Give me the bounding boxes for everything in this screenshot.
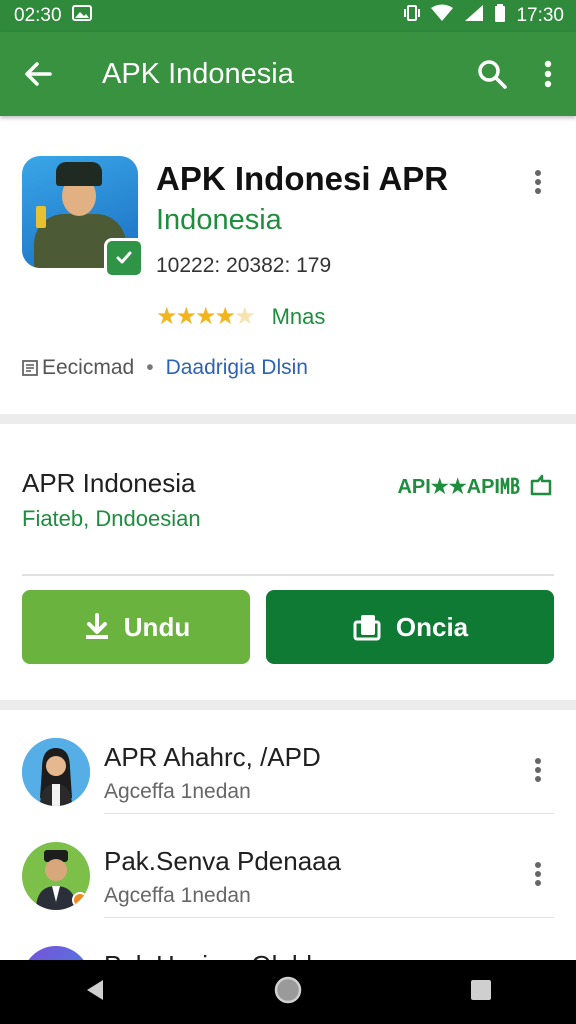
document-icon <box>22 360 38 376</box>
rating-label: Mnas <box>271 303 326 329</box>
app-bar-title: APK Indonesia <box>102 57 294 90</box>
home-circle-icon <box>274 976 302 1003</box>
list-item-name: APR Ahahrc, /APD <box>104 742 321 772</box>
back-button[interactable] <box>0 32 76 116</box>
recents-square-icon <box>470 979 491 1000</box>
list-item-menu-button[interactable] <box>526 854 550 894</box>
rating-row: ★★★★★ Mnas <box>156 302 325 331</box>
list-item[interactable]: APR Ahahrc, /APD Agceffa 1nedan <box>0 710 576 814</box>
app-detail-card: APK Indonesi APR Indonesia 10222: 20382:… <box>0 122 576 424</box>
tag-link[interactable]: Daadrigia Dlsin <box>166 356 308 380</box>
info-right-label: API★★API㎆ <box>397 476 520 498</box>
list-item-name: Pak.Senva Pdenaaa <box>104 846 342 876</box>
info-right-group[interactable]: API★★API㎆ <box>397 470 554 499</box>
info-title: APR Indonesia <box>22 468 196 498</box>
divider <box>22 574 554 576</box>
app-title: APK Indonesi APR <box>156 160 449 197</box>
star-rating: ★★★★★ <box>156 303 256 330</box>
arrow-left-icon <box>25 62 52 86</box>
tag-separator: • <box>146 356 154 379</box>
image-notification-icon <box>71 5 92 27</box>
overflow-menu-button[interactable] <box>520 32 576 116</box>
list-item-subtitle: Agceffa 1nedan <box>104 884 251 907</box>
list-item-subtitle: Agceffa 1nedan <box>104 780 251 803</box>
tag-category[interactable]: Eecicmad <box>22 356 134 380</box>
download-button-label: Undu <box>123 611 191 642</box>
app-info-card: APR Indonesia Fiateb, Dndoesian API★★API… <box>0 424 576 710</box>
download-button[interactable]: Undu <box>22 590 250 664</box>
search-button[interactable] <box>464 32 520 116</box>
avatar <box>22 946 90 960</box>
more-vert-icon <box>535 862 541 886</box>
wifi-icon <box>430 4 454 28</box>
avatar <box>22 738 90 806</box>
vibrate-icon <box>404 4 421 28</box>
app-tags: Eecicmad • Daadrigia Dlsin <box>22 356 308 380</box>
more-vert-icon <box>535 170 541 194</box>
download-icon <box>85 613 108 639</box>
more-vert-icon <box>535 758 541 782</box>
avatar <box>22 842 90 910</box>
open-app-icon <box>353 615 381 641</box>
list-item-menu-button[interactable] <box>526 750 550 790</box>
app-meta: 10222: 20382: 179 <box>156 254 332 277</box>
list-item[interactable]: Pak.Senva Pdenaaa Agceffa 1nedan <box>0 814 576 918</box>
open-button[interactable]: Oncia <box>266 590 554 664</box>
open-button-label: Oncia <box>395 611 469 642</box>
list-item[interactable]: Pak Hsairsa Olabkur <box>0 918 576 960</box>
related-list: APR Ahahrc, /APD Agceffa 1nedan Pak.Senv… <box>0 710 576 960</box>
status-time-left: 02:30 <box>14 5 62 26</box>
share-icon <box>530 474 552 495</box>
more-vert-icon <box>544 60 552 88</box>
nav-home-button[interactable] <box>274 976 302 1009</box>
nav-recents-button[interactable] <box>469 978 493 1007</box>
app-card-menu-button[interactable] <box>526 162 550 202</box>
nav-back-button[interactable] <box>83 978 107 1007</box>
signal-icon <box>464 4 484 28</box>
tag-category-label: Eecicmad <box>42 356 135 379</box>
app-bar: APK Indonesia <box>0 32 576 116</box>
verified-badge-icon <box>104 238 144 278</box>
back-triangle-icon <box>87 979 104 1000</box>
system-nav-bar <box>0 960 576 1024</box>
battery-icon <box>494 4 506 28</box>
status-bar: 02:30 17:30 <box>0 0 576 32</box>
info-subtitle: Fiateb, Dndoesian <box>22 506 201 531</box>
search-icon <box>478 60 507 89</box>
status-time-right: 17:30 <box>516 5 564 26</box>
list-item-name: Pak Hsairsa Olabkur <box>104 950 342 960</box>
app-developer[interactable]: Indonesia <box>156 204 282 237</box>
